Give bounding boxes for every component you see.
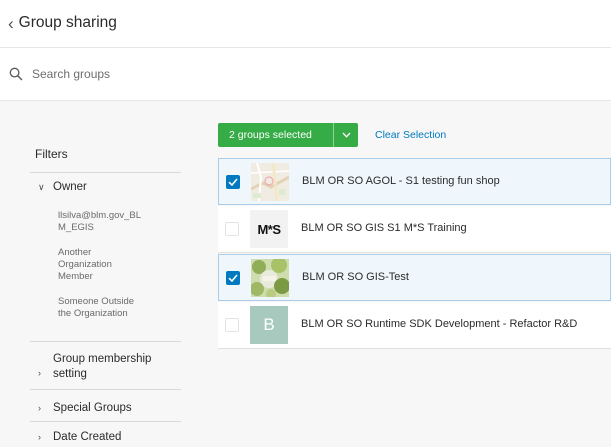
filters-panel: Filters ∨ Owner llsilva@blm.gov_BL M_EGI… [0,101,200,447]
search-bar [0,48,611,101]
filter-section-label: Special Groups [53,402,132,414]
chevron-down-icon: ∨ [38,181,45,192]
owner-option-me[interactable]: llsilva@blm.gov_BL M_EGIS [58,210,168,234]
clear-selection-link[interactable]: Clear Selection [375,129,446,141]
divider [30,421,181,422]
filter-section-label: Date Created [53,431,122,443]
list-item[interactable]: BLM OR SO AGOL - S1 testing fun shop [218,158,611,205]
filter-owner-label: Owner [53,181,87,193]
group-title[interactable]: BLM OR SO Runtime SDK Development - Refa… [301,318,577,330]
group-thumbnail: B [250,306,288,344]
search-icon [9,67,23,81]
filters-heading: Filters [35,147,68,161]
checkbox-unchecked[interactable] [225,318,239,332]
map-thumbnail-icon [251,163,289,201]
checkbox-checked[interactable] [226,271,240,285]
divider [30,341,181,342]
group-title[interactable]: BLM OR SO GIS-Test [302,271,409,283]
list-item[interactable]: M*S BLM OR SO GIS S1 M*S Training [218,206,611,253]
owner-option-org-member[interactable]: Another Organization Member [58,247,138,283]
filter-owner-toggle[interactable]: ∨ Owner [38,181,87,193]
group-thumbnail: M*S [250,210,288,248]
chevron-down-icon[interactable] [334,132,358,138]
photo-thumbnail-icon [251,259,289,297]
chevron-left-icon: ‹ [8,13,14,33]
page-title: Group sharing [18,14,117,31]
header-bar: ‹ Group sharing [0,0,611,48]
filter-section-label: Group membership setting [53,353,152,380]
group-title[interactable]: BLM OR SO AGOL - S1 testing fun shop [302,175,500,187]
filter-special-groups[interactable]: › Special Groups [38,401,132,416]
owner-option-outside-org[interactable]: Someone Outside the Organization [58,296,148,320]
divider [30,389,181,390]
list-item[interactable]: B BLM OR SO Runtime SDK Development - Re… [218,302,611,349]
chevron-right-icon: › [38,432,41,442]
group-thumbnail [251,163,289,201]
group-title[interactable]: BLM OR SO GIS S1 M*S Training [301,222,467,234]
divider [30,172,181,173]
filter-group-membership[interactable]: › Group membership setting [38,352,173,382]
chevron-right-icon: › [38,367,41,378]
selection-count-label: 2 groups selected [229,129,312,141]
search-input[interactable] [32,63,592,85]
filter-date-created[interactable]: › Date Created [38,430,121,445]
letter-avatar: B [250,306,288,344]
group-list: BLM OR SO AGOL - S1 testing fun shop M*S… [218,158,611,350]
checkbox-unchecked[interactable] [225,222,239,236]
text-logo: M*S [250,210,288,248]
checkmark-icon [228,274,238,283]
checkbox-checked[interactable] [226,175,240,189]
selection-dropdown-button[interactable]: 2 groups selected [218,123,358,147]
checkmark-icon [228,178,238,187]
back-button[interactable]: ‹ Group sharing [8,14,117,32]
chevron-right-icon: › [38,403,41,413]
list-item[interactable]: BLM OR SO GIS-Test [218,254,611,301]
group-thumbnail [251,259,289,297]
